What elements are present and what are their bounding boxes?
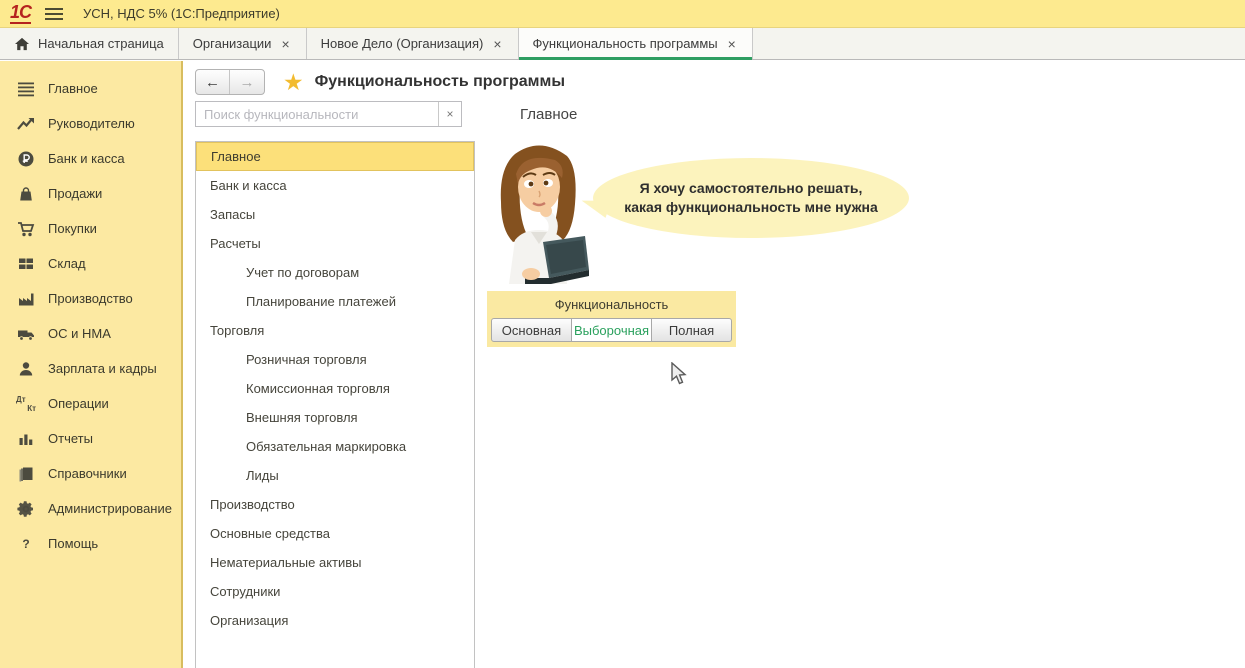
functionality-selector: Функциональность Основная Выборочная Пол… bbox=[487, 291, 736, 347]
list-item-markirovka[interactable]: Обязательная маркировка bbox=[196, 432, 474, 461]
warehouse-grid-icon bbox=[16, 254, 36, 274]
list-item-osnovnye-sredstva[interactable]: Основные средства bbox=[196, 519, 474, 548]
sidebar-item-label: Руководителю bbox=[48, 116, 135, 131]
page-title: Функциональность программы bbox=[315, 73, 565, 91]
sidebar-item-label: Банк и касса bbox=[48, 151, 125, 166]
tab-close-icon[interactable]: × bbox=[279, 36, 291, 52]
functionality-section-list: Главное Банк и касса Запасы Расчеты Учет… bbox=[195, 141, 475, 668]
page-nav-row: ← → ★ Функциональность программы bbox=[195, 69, 565, 95]
trend-arrow-icon bbox=[16, 114, 36, 134]
tab-close-icon[interactable]: × bbox=[491, 36, 503, 52]
list-item-torgovlya[interactable]: Торговля bbox=[196, 316, 474, 345]
list-item-organizaciya[interactable]: Организация bbox=[196, 606, 474, 635]
forward-button[interactable]: → bbox=[230, 70, 264, 94]
list-item-uchet-po-dogovoram[interactable]: Учет по договорам bbox=[196, 258, 474, 287]
sidebar-item-label: Зарплата и кадры bbox=[48, 361, 157, 376]
tab-bar: Начальная страница Организации × Новое Д… bbox=[0, 28, 1245, 60]
bubble-text-line1: Я хочу самостоятельно решать, bbox=[640, 179, 863, 198]
tab-organizations[interactable]: Организации × bbox=[179, 28, 307, 59]
shopping-bag-icon bbox=[16, 184, 36, 204]
tab-new-org[interactable]: Новое Дело (Организация) × bbox=[307, 28, 519, 59]
question-icon: ? bbox=[16, 534, 36, 554]
sidebar-item-zarplata[interactable]: Зарплата и кадры bbox=[0, 351, 181, 386]
menu-lines-icon bbox=[16, 79, 36, 99]
tab-label: Начальная страница bbox=[38, 36, 164, 51]
option-osnovnaya-button[interactable]: Основная bbox=[491, 318, 572, 342]
sidebar-item-label: ОС и НМА bbox=[48, 326, 111, 341]
search-input[interactable] bbox=[196, 102, 438, 126]
sidebar-item-pokupki[interactable]: Покупки bbox=[0, 211, 181, 246]
functionality-options: Основная Выборочная Полная bbox=[491, 318, 732, 342]
search-box: × bbox=[195, 101, 462, 127]
option-polnaya-button[interactable]: Полная bbox=[651, 318, 732, 342]
sidebar-item-spravochniki[interactable]: Справочники bbox=[0, 456, 181, 491]
list-item-sotrudniki[interactable]: Сотрудники bbox=[196, 577, 474, 606]
list-item-vneshnyaya[interactable]: Внешняя торговля bbox=[196, 403, 474, 432]
list-item-bank-kassa[interactable]: Банк и касса bbox=[196, 171, 474, 200]
list-item-komissionnaya[interactable]: Комиссионная торговля bbox=[196, 374, 474, 403]
list-item-glavnoe[interactable]: Главное bbox=[196, 142, 474, 171]
sidebar-item-label: Склад bbox=[48, 256, 86, 271]
truck-icon bbox=[16, 324, 36, 344]
favorite-star-icon[interactable]: ★ bbox=[283, 71, 304, 94]
debit-credit-icon: ДтКт bbox=[16, 394, 36, 414]
sidebar-item-label: Производство bbox=[48, 291, 133, 306]
sidebar-item-label: Операции bbox=[48, 396, 109, 411]
list-item-planirovanie-platezhey[interactable]: Планирование платежей bbox=[196, 287, 474, 316]
list-item-nematerialnye-aktivy[interactable]: Нематериальные активы bbox=[196, 548, 474, 577]
sidebar-item-prodazhi[interactable]: Продажи bbox=[0, 176, 181, 211]
tab-label: Новое Дело (Организация) bbox=[321, 36, 484, 51]
list-item-proizvodstvo[interactable]: Производство bbox=[196, 490, 474, 519]
bar-chart-icon bbox=[16, 429, 36, 449]
sidebar-item-rukovoditelyu[interactable]: Руководителю bbox=[0, 106, 181, 141]
list-item-zapasy[interactable]: Запасы bbox=[196, 200, 474, 229]
person-icon bbox=[16, 359, 36, 379]
sidebar-item-label: Администрирование bbox=[48, 501, 172, 516]
section-heading: Главное bbox=[520, 106, 577, 123]
option-vyborochnaya-button[interactable]: Выборочная bbox=[571, 318, 652, 342]
list-item-raschety[interactable]: Расчеты bbox=[196, 229, 474, 258]
sidebar-item-label: Справочники bbox=[48, 466, 127, 481]
sidebar-item-glavnoe[interactable]: Главное bbox=[0, 71, 181, 106]
main-menu-icon[interactable] bbox=[45, 8, 63, 20]
window-titlebar: 1С УСН, НДС 5% (1С:Предприятие) bbox=[0, 0, 1245, 28]
sidebar-item-proizvodstvo[interactable]: Производство bbox=[0, 281, 181, 316]
sidebar-item-label: Отчеты bbox=[48, 431, 93, 446]
factory-icon bbox=[16, 289, 36, 309]
sidebar-item-otchety[interactable]: Отчеты bbox=[0, 421, 181, 456]
speech-bubble: Я хочу самостоятельно решать, какая функ… bbox=[593, 158, 909, 238]
main-content: ← → ★ Функциональность программы × Главн… bbox=[185, 61, 1245, 668]
sidebar-item-label: Помощь bbox=[48, 536, 98, 551]
functionality-label: Функциональность bbox=[491, 297, 732, 312]
tab-functionality[interactable]: Функциональность программы × bbox=[519, 28, 753, 59]
search-clear-icon[interactable]: × bbox=[438, 102, 461, 126]
cart-icon bbox=[16, 219, 36, 239]
sidebar-item-bank-kassa[interactable]: Банк и касса bbox=[0, 141, 181, 176]
tab-home[interactable]: Начальная страница bbox=[0, 28, 179, 59]
1c-logo-icon: 1С bbox=[10, 3, 31, 24]
tab-close-icon[interactable]: × bbox=[726, 36, 738, 52]
sidebar-item-os-nma[interactable]: ОС и НМА bbox=[0, 316, 181, 351]
sidebar-item-pomosch[interactable]: ? Помощь bbox=[0, 526, 181, 561]
tab-label: Функциональность программы bbox=[533, 36, 718, 51]
gear-icon bbox=[16, 499, 36, 519]
sidebar-item-sklad[interactable]: Склад bbox=[0, 246, 181, 281]
sidebar-item-administrirovanie[interactable]: Администрирование bbox=[0, 491, 181, 526]
books-icon bbox=[16, 464, 36, 484]
home-icon bbox=[14, 37, 30, 51]
list-item-roznichnaya[interactable]: Розничная торговля bbox=[196, 345, 474, 374]
back-button[interactable]: ← bbox=[196, 70, 230, 94]
sidebar-item-label: Главное bbox=[48, 81, 98, 96]
assistant-character-image bbox=[485, 144, 595, 289]
bubble-text-line2: какая функциональность мне нужна bbox=[624, 198, 878, 217]
sidebar-nav: Главное Руководителю Банк и касса Продаж… bbox=[0, 61, 183, 668]
window-title: УСН, НДС 5% (1С:Предприятие) bbox=[83, 6, 280, 21]
sidebar-item-label: Продажи bbox=[48, 186, 102, 201]
list-item-lidy[interactable]: Лиды bbox=[196, 461, 474, 490]
tab-label: Организации bbox=[193, 36, 272, 51]
sidebar-item-label: Покупки bbox=[48, 221, 97, 236]
sidebar-item-operacii[interactable]: ДтКт Операции bbox=[0, 386, 181, 421]
ruble-circle-icon bbox=[16, 149, 36, 169]
